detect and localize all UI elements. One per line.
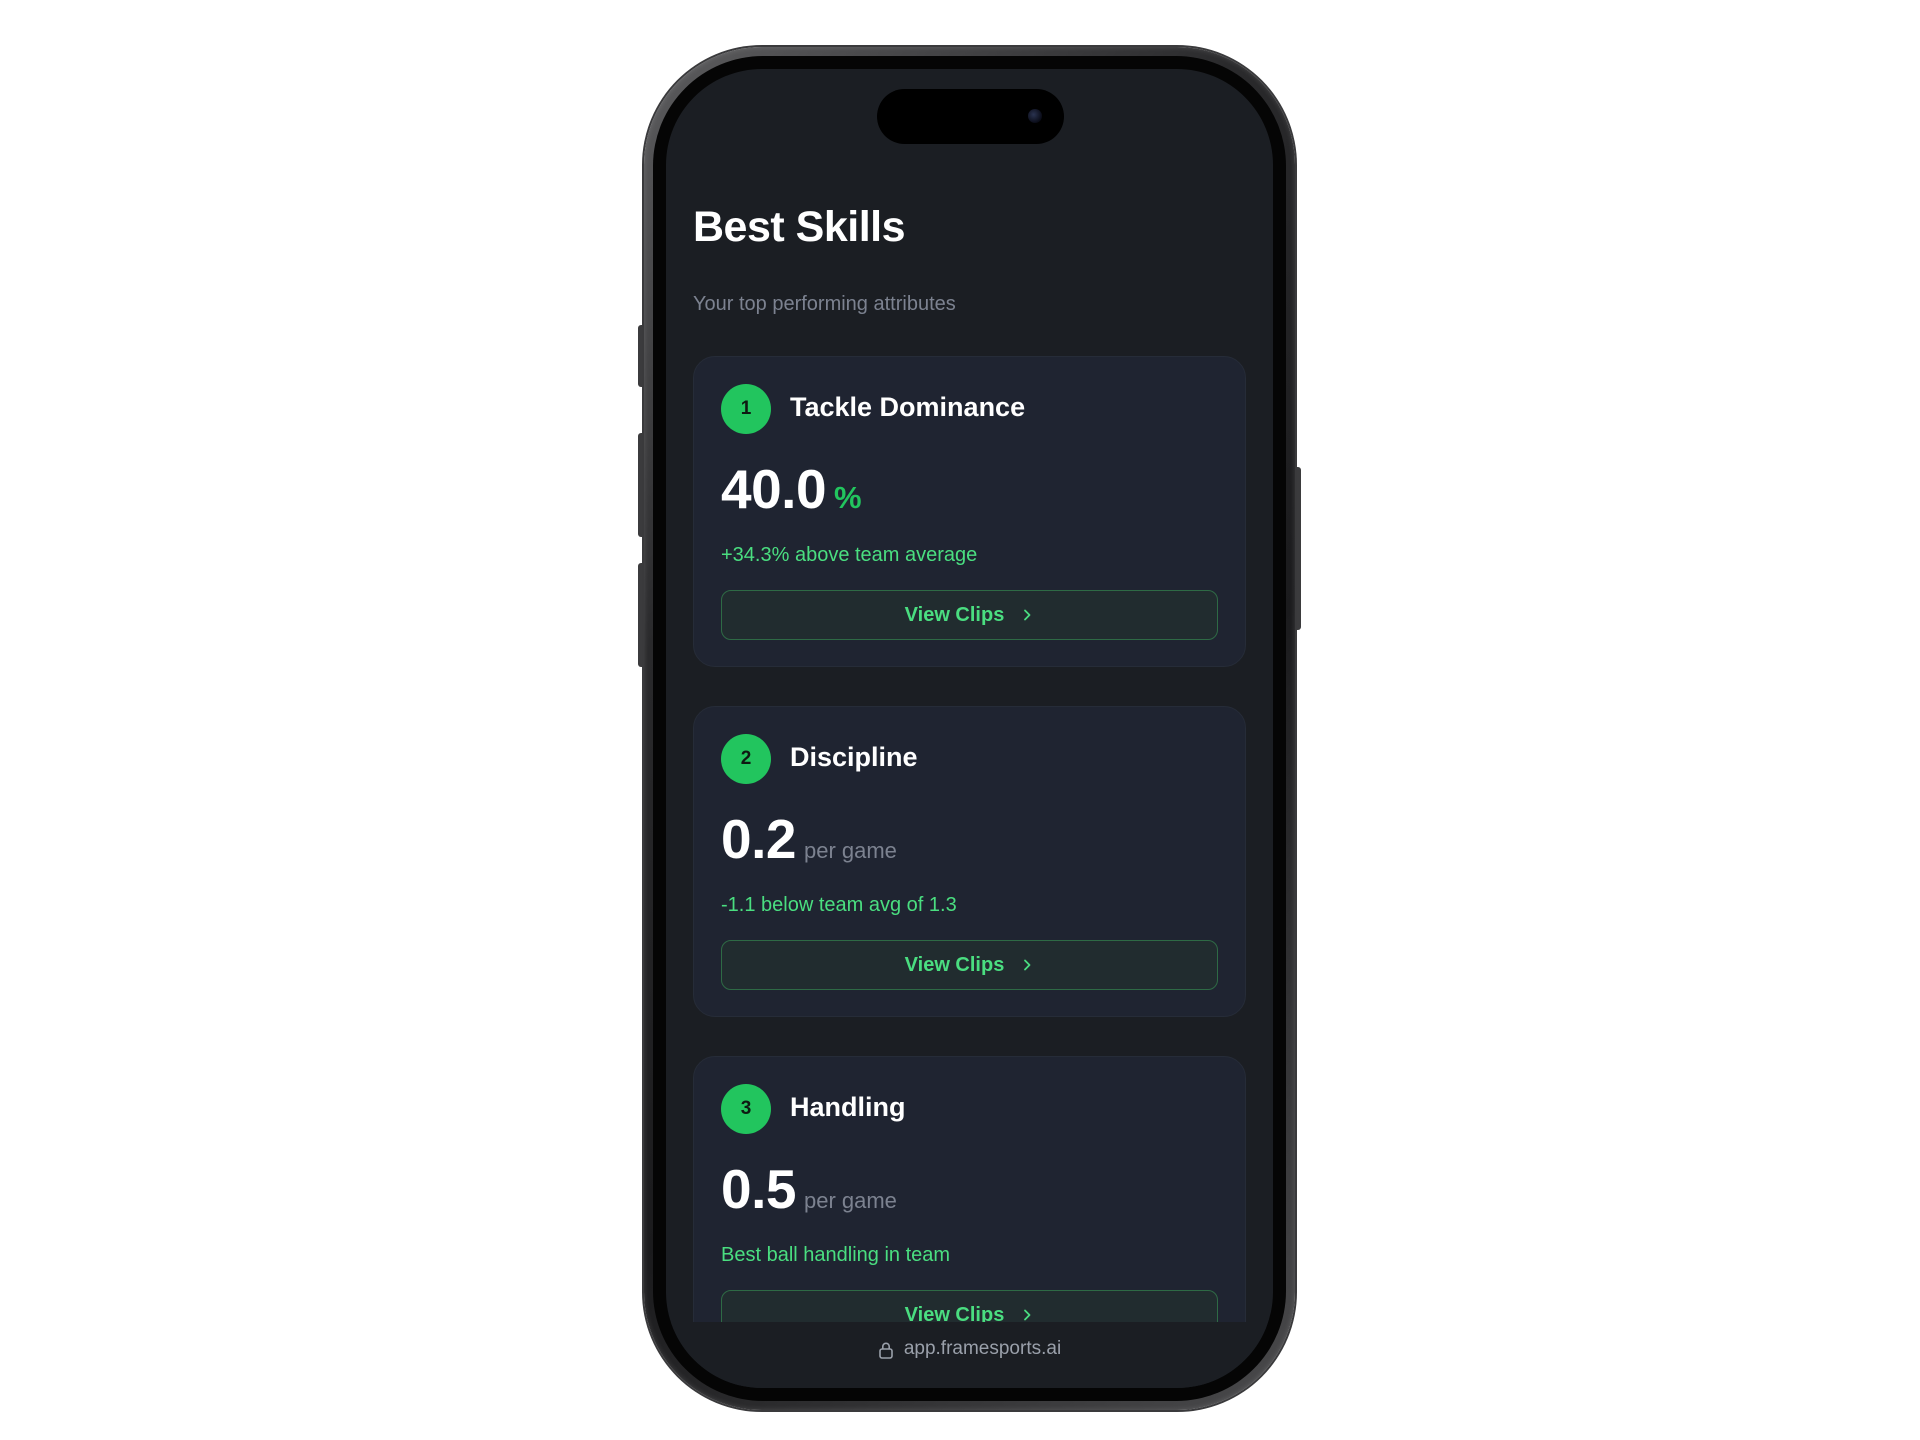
page-title: Best Skills — [693, 203, 906, 251]
dynamic-island — [877, 89, 1064, 144]
skill-name: Handling — [790, 1092, 906, 1122]
stat-unit: per game — [803, 1188, 897, 1213]
stat-value: 40.0 — [721, 458, 827, 520]
skill-card-tackle-dominance: 1 Tackle Dominance 40.0% +34.3% above te… — [693, 356, 1246, 667]
rank-badge: 1 — [721, 384, 771, 434]
phone-screen: Best Skills Your top performing attribut… — [666, 69, 1273, 1388]
skill-name: Discipline — [790, 742, 918, 772]
url-text: app.framesports.ai — [903, 1338, 1062, 1359]
stat-row: 0.5 per game — [721, 1157, 897, 1221]
camera-icon — [1028, 109, 1042, 123]
browser-address-bar[interactable]: app.framesports.ai — [666, 1322, 1273, 1388]
stat-row: 0.2 per game — [721, 807, 897, 871]
view-clips-label: View Clips — [904, 953, 1005, 976]
view-clips-button[interactable]: View Clips — [721, 590, 1218, 640]
team-comparison: -1.1 below team avg of 1.3 — [721, 894, 957, 916]
team-comparison: +34.3% above team average — [721, 544, 978, 566]
view-clips-label: View Clips — [904, 603, 1005, 626]
skill-name: Tackle Dominance — [790, 392, 1026, 422]
rank-badge: 2 — [721, 734, 771, 784]
team-comparison: Best ball handling in team — [721, 1244, 951, 1266]
view-clips-button[interactable]: View Clips — [721, 940, 1218, 990]
stat-row: 40.0% — [721, 457, 862, 521]
stat-value: 0.2 — [721, 808, 796, 870]
chevron-right-icon — [1024, 609, 1031, 621]
stat-unit: % — [834, 480, 862, 515]
stat-unit: per game — [803, 838, 897, 863]
lock-icon — [879, 1342, 893, 1359]
stat-value: 0.5 — [721, 1158, 796, 1220]
rank-badge: 3 — [721, 1084, 771, 1134]
skill-card-discipline: 2 Discipline 0.2 per game -1.1 below team… — [693, 706, 1246, 1017]
skill-card-handling: 3 Handling 0.5 per game Best ball handlin… — [693, 1056, 1246, 1367]
chevron-right-icon — [1024, 959, 1031, 971]
chevron-right-icon — [1024, 1309, 1031, 1321]
page-subtitle: Your top performing attributes — [693, 293, 956, 315]
